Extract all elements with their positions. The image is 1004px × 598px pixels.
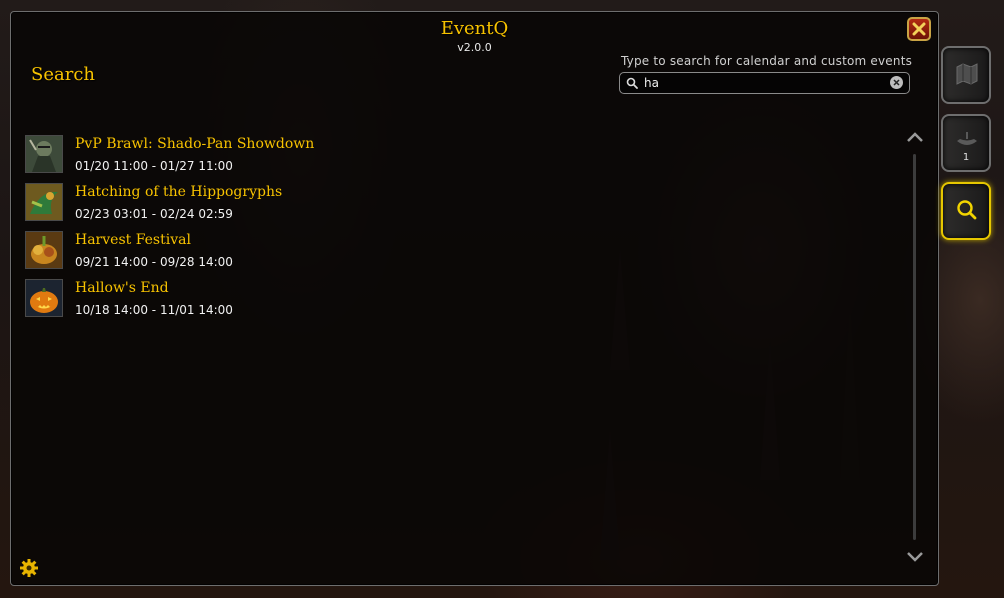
pvp-brawl-icon: [25, 135, 63, 173]
eventq-window: EventQ v2.0.0 Search Type to search for …: [10, 11, 939, 586]
scrollbar-track[interactable]: [913, 154, 916, 540]
event-name: Harvest Festival: [75, 232, 191, 248]
side-tab-search[interactable]: [941, 182, 991, 240]
list-item[interactable]: Hatching of the Hippogryphs 02/23 03:01 …: [25, 182, 345, 230]
section-heading: Search: [31, 64, 95, 85]
tab-count-badge: 1: [962, 152, 970, 163]
side-tab-map[interactable]: [941, 46, 991, 104]
version-label: v2.0.0: [457, 41, 492, 54]
search-icon: [957, 200, 977, 220]
close-icon: [912, 22, 926, 36]
clear-search-button[interactable]: [890, 76, 903, 89]
event-list: PvP Brawl: Shado-Pan Showdown 01/20 11:0…: [25, 134, 345, 326]
event-dates: 10/18 14:00 - 11/01 14:00: [75, 303, 233, 317]
scroll-down-button[interactable]: [905, 550, 925, 564]
harvest-festival-icon: [25, 231, 63, 269]
list-item[interactable]: Harvest Festival 09/21 14:00 - 09/28 14:…: [25, 230, 345, 278]
clear-icon: [893, 79, 900, 86]
window-title: EventQ: [440, 18, 509, 39]
search-icon: [626, 77, 638, 89]
event-dates: 01/20 11:00 - 01/27 11:00: [75, 159, 233, 173]
pumpkin-icon: [25, 279, 63, 317]
side-tab-boat[interactable]: 1: [941, 114, 991, 172]
map-icon: [956, 63, 978, 85]
event-name: Hatching of the Hippogryphs: [75, 184, 283, 200]
close-button[interactable]: [907, 17, 931, 41]
scroll-up-button[interactable]: [905, 130, 925, 144]
event-dates: 09/21 14:00 - 09/28 14:00: [75, 255, 233, 269]
list-item[interactable]: PvP Brawl: Shado-Pan Showdown 01/20 11:0…: [25, 134, 345, 182]
list-item[interactable]: Hallow's End 10/18 14:00 - 11/01 14:00: [25, 278, 345, 326]
event-dates: 02/23 03:01 - 02/24 02:59: [75, 207, 233, 221]
search-field[interactable]: [619, 72, 910, 94]
gear-icon[interactable]: [19, 558, 39, 578]
search-input[interactable]: [644, 74, 884, 92]
search-hint: Type to search for calendar and custom e…: [621, 54, 913, 68]
hippogryph-icon: [25, 183, 63, 221]
event-name: PvP Brawl: Shado-Pan Showdown: [75, 136, 315, 152]
event-name: Hallow's End: [75, 280, 169, 296]
boat-icon: [957, 132, 977, 145]
